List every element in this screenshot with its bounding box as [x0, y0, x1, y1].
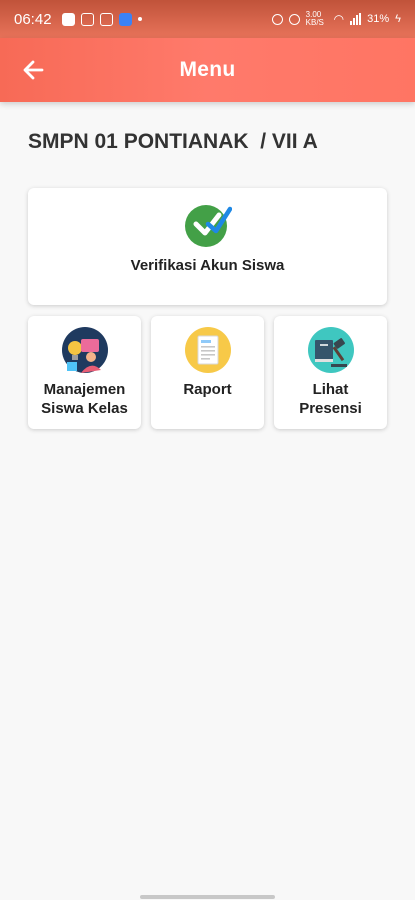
check-circle-icon	[184, 205, 232, 247]
student-management-label: Manajemen Siswa Kelas	[41, 380, 128, 418]
home-indicator[interactable]	[140, 895, 275, 899]
status-time: 06:42	[14, 10, 52, 28]
alarm-icon	[271, 13, 283, 25]
status-bar: 06:42 3.00 KB/S ◠ 31% ϟ	[0, 0, 415, 38]
verify-label: Verifikasi Akun Siswa	[130, 257, 285, 274]
verify-student-account-button[interactable]: Verifikasi Akun Siswa	[28, 188, 387, 305]
student-management-line: Manajemen Siswa Kelas	[41, 381, 128, 417]
attendance-label: Lihat Presensi	[299, 381, 362, 417]
more-dot-icon	[137, 17, 142, 21]
gavel-book-icon	[307, 327, 354, 373]
students-icon	[61, 327, 108, 373]
mail-icon	[99, 12, 113, 26]
instagram-icon	[80, 12, 94, 26]
charging-icon: ϟ	[395, 13, 401, 25]
signal-icon	[350, 13, 362, 25]
app-notification-icon	[61, 12, 75, 26]
system-icons: 3.00 KB/S ◠ 31% ϟ	[271, 10, 401, 27]
report-label: Raport	[183, 381, 232, 398]
wifi-icon: ◠	[333, 12, 345, 26]
school-class-title: SMPN 01 PONTIANAK / VII A	[28, 130, 318, 153]
clock-icon	[288, 13, 300, 25]
student-management-button[interactable]: Manajemen Siswa Kelas	[28, 316, 141, 429]
app-badge-icon	[118, 12, 132, 26]
arrow-left-icon[interactable]	[20, 56, 48, 84]
page-title: Menu	[179, 58, 236, 81]
view-attendance-button[interactable]: Lihat Presensi	[274, 316, 387, 429]
app-bar: Menu	[0, 38, 415, 102]
battery-text: 31%	[367, 13, 390, 25]
notification-icons	[61, 12, 142, 26]
net-speed: 3.00 KB/S	[305, 10, 324, 27]
document-icon	[184, 327, 231, 373]
report-card-button[interactable]: Raport	[151, 316, 264, 429]
